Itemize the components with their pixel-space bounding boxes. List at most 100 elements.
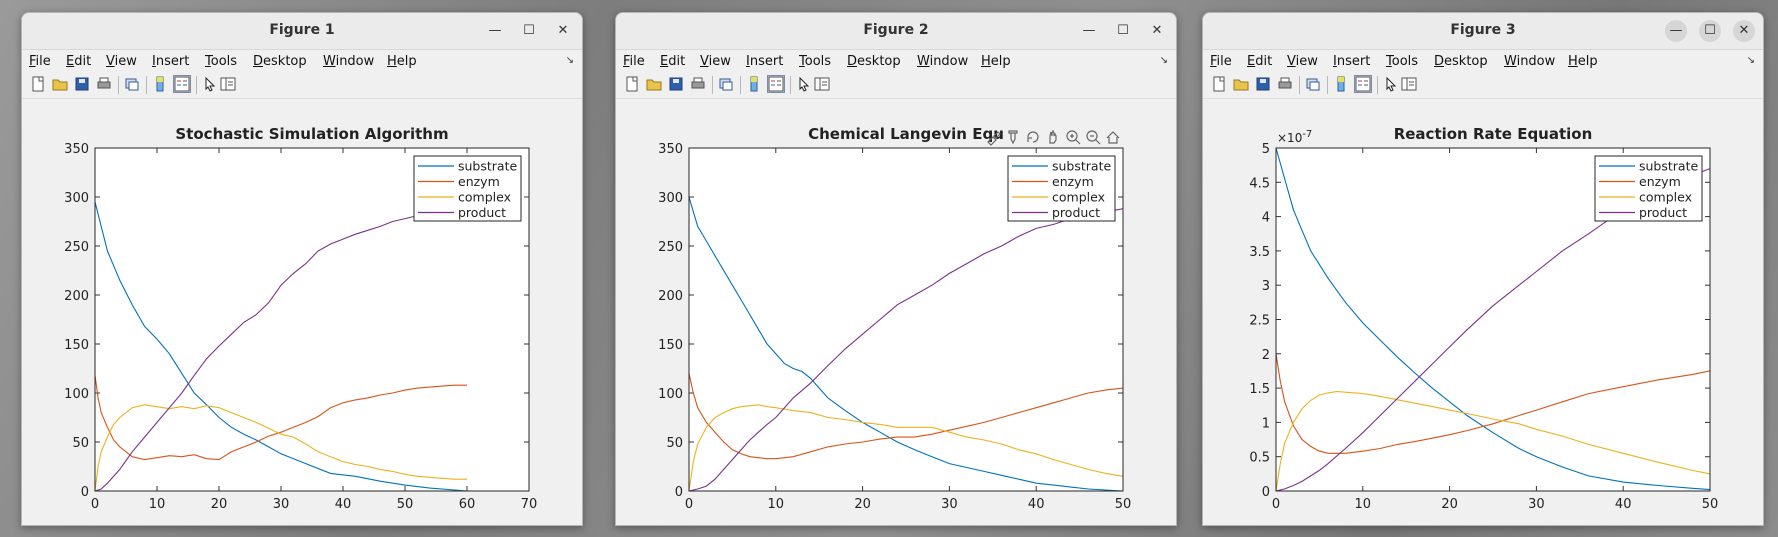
menu-bar: File Edit View Insert Tools Desktop Wind… xyxy=(1203,50,1763,72)
open-file-icon[interactable] xyxy=(1233,76,1249,92)
plot-area[interactable]: Chemical Langevin Equ 0 10 20 30 40 50 0 50 100 15… xyxy=(616,101,1176,525)
menu-view[interactable]: View xyxy=(700,54,731,69)
legend-icon[interactable] xyxy=(173,75,191,93)
plot-area[interactable]: Stochastic Simulation Algorithm 0 10 20 30 40… xyxy=(22,101,582,525)
title-bar[interactable]: Figure 1 — ☐ ✕ xyxy=(22,13,582,50)
data-tips-icon[interactable] xyxy=(1008,130,1018,145)
maximize-icon[interactable]: ☐ xyxy=(1699,20,1721,42)
title-bar[interactable]: Figure 3 — ☐ ✕ xyxy=(1203,13,1763,50)
restore-view-icon[interactable] xyxy=(1106,131,1120,144)
minimize-icon[interactable]: — xyxy=(1665,20,1687,42)
pan-hand-icon[interactable] xyxy=(1049,129,1057,144)
edit-plot-icon[interactable] xyxy=(796,76,812,92)
menu-insert[interactable]: Insert xyxy=(1333,54,1370,69)
menu-window[interactable]: Window xyxy=(917,54,968,69)
property-inspector-icon[interactable] xyxy=(220,76,236,92)
figure-window-2[interactable]: Figure 2 — ☐ ✕ File Edit View Insert Too… xyxy=(615,12,1177,526)
save-icon[interactable] xyxy=(1255,76,1271,92)
menu-bar: File Edit View Insert Tools Desktop Wind… xyxy=(616,50,1176,72)
print-icon[interactable] xyxy=(1277,76,1293,92)
maximize-icon[interactable]: ☐ xyxy=(518,20,540,42)
menu-edit[interactable]: Edit xyxy=(66,54,91,69)
minimize-icon[interactable]: — xyxy=(1078,20,1100,42)
menu-edit[interactable]: Edit xyxy=(1247,54,1272,69)
maximize-icon[interactable]: ☐ xyxy=(1112,20,1134,42)
plot-area[interactable]: Reaction Rate Equation 0 10 20 30 40 50 0 0.5 1 1.… xyxy=(1203,101,1763,525)
menu-tools[interactable]: Tools xyxy=(205,54,237,69)
menu-window[interactable]: Window xyxy=(323,54,374,69)
menu-edit[interactable]: Edit xyxy=(660,54,685,69)
menu-tools[interactable]: Tools xyxy=(799,54,831,69)
y-tick-label: 100 xyxy=(658,387,683,402)
title-bar[interactable]: Figure 2 — ☐ ✕ xyxy=(616,13,1176,50)
link-plot-icon[interactable] xyxy=(124,76,140,92)
legend-icon[interactable] xyxy=(767,75,785,93)
menu-desktop[interactable]: Desktop xyxy=(253,54,307,69)
y-tick-label: 3.5 xyxy=(1249,245,1270,260)
legend-label: substrate xyxy=(458,159,517,174)
zoom-in-icon[interactable] xyxy=(1066,130,1081,145)
y-tick-label: 150 xyxy=(64,338,89,353)
y-tick-label: 1.5 xyxy=(1249,382,1270,397)
y-tick-label: 350 xyxy=(658,142,683,157)
zoom-out-icon[interactable] xyxy=(1086,130,1101,145)
y-exponent-label: ×10-7 xyxy=(1277,129,1312,145)
x-tick-label: 40 xyxy=(1615,497,1632,512)
property-inspector-icon[interactable] xyxy=(1401,76,1417,92)
new-figure-icon[interactable] xyxy=(1211,76,1227,92)
open-file-icon[interactable] xyxy=(52,76,68,92)
legend-label: complex xyxy=(458,190,511,205)
link-plot-icon[interactable] xyxy=(1305,76,1321,92)
colorbar-icon[interactable] xyxy=(1333,76,1349,92)
y-tick-label: 100 xyxy=(64,387,89,402)
save-icon[interactable] xyxy=(74,76,90,92)
menu-insert[interactable]: Insert xyxy=(152,54,189,69)
colorbar-icon[interactable] xyxy=(746,76,762,92)
rotate-icon[interactable] xyxy=(1027,131,1039,143)
figure-window-3[interactable]: Figure 3 — ☐ ✕ File Edit View Insert Too… xyxy=(1202,12,1764,526)
print-icon[interactable] xyxy=(690,76,706,92)
minimize-icon[interactable]: — xyxy=(484,20,506,42)
edit-plot-icon[interactable] xyxy=(1383,76,1399,92)
menu-window[interactable]: Window xyxy=(1504,54,1555,69)
save-icon[interactable] xyxy=(668,76,684,92)
x-tick-label: 50 xyxy=(1115,497,1132,512)
menu-view[interactable]: View xyxy=(1287,54,1318,69)
new-figure-icon[interactable] xyxy=(624,76,640,92)
toolbar-separator xyxy=(712,76,713,94)
legend-icon[interactable] xyxy=(1354,75,1372,93)
menu-tools[interactable]: Tools xyxy=(1386,54,1418,69)
dock-arrow-icon[interactable]: ↘ xyxy=(1747,55,1755,66)
new-figure-icon[interactable] xyxy=(30,76,46,92)
colorbar-icon[interactable] xyxy=(152,76,168,92)
menu-file[interactable]: File xyxy=(623,54,645,69)
open-file-icon[interactable] xyxy=(646,76,662,92)
plot-title: Stochastic Simulation Algorithm xyxy=(175,125,448,143)
menu-help[interactable]: Help xyxy=(1568,54,1598,69)
menu-file[interactable]: File xyxy=(1210,54,1232,69)
x-tick-label: 20 xyxy=(1441,497,1458,512)
dock-arrow-icon[interactable]: ↘ xyxy=(566,55,574,66)
menu-desktop[interactable]: Desktop xyxy=(1434,54,1488,69)
close-icon[interactable]: ✕ xyxy=(1733,20,1755,42)
edit-plot-icon[interactable] xyxy=(202,76,218,92)
y-tick-label: 150 xyxy=(658,338,683,353)
menu-desktop[interactable]: Desktop xyxy=(847,54,901,69)
close-icon[interactable]: ✕ xyxy=(1146,20,1168,42)
y-tick-label: 2.5 xyxy=(1249,314,1270,329)
x-tick-label: 0 xyxy=(1272,497,1280,512)
property-inspector-icon[interactable] xyxy=(814,76,830,92)
figure-window-1[interactable]: Figure 1 — ☐ ✕ File Edit View Insert Too… xyxy=(21,12,583,526)
menu-insert[interactable]: Insert xyxy=(746,54,783,69)
print-icon[interactable] xyxy=(96,76,112,92)
legend-label: complex xyxy=(1052,190,1105,205)
x-tick-label: 0 xyxy=(685,497,693,512)
menu-file[interactable]: File xyxy=(29,54,51,69)
close-icon[interactable]: ✕ xyxy=(552,20,574,42)
legend-label: substrate xyxy=(1052,159,1111,174)
dock-arrow-icon[interactable]: ↘ xyxy=(1160,55,1168,66)
menu-view[interactable]: View xyxy=(106,54,137,69)
menu-help[interactable]: Help xyxy=(387,54,417,69)
link-plot-icon[interactable] xyxy=(718,76,734,92)
menu-help[interactable]: Help xyxy=(981,54,1011,69)
